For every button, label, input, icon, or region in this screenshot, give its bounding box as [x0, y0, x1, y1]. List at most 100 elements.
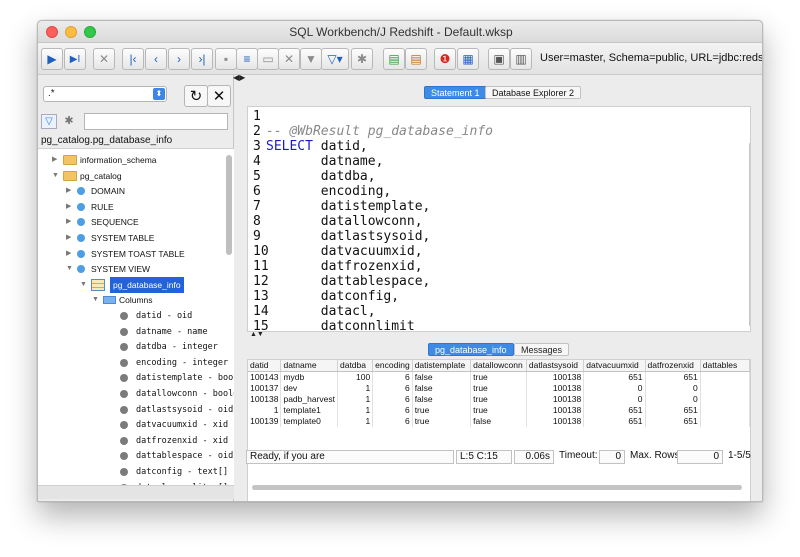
table-cell[interactable]: 100137	[248, 383, 282, 394]
table-cell[interactable]: 651	[645, 416, 701, 427]
grid-horizontal-scrollbar[interactable]	[252, 485, 742, 490]
table-cell[interactable]: 0	[583, 383, 646, 394]
table-cell[interactable]: true	[412, 405, 472, 416]
table-cell[interactable]: true	[412, 416, 472, 427]
filter-dropdown-icon[interactable]: ▽▾	[321, 48, 349, 70]
tab-messages[interactable]: Messages	[514, 343, 570, 356]
first-statement-icon[interactable]: |‹	[122, 48, 144, 70]
max-rows-input[interactable]: 0	[677, 450, 723, 464]
expand-arrow-icon[interactable]: ▶	[66, 214, 71, 230]
table-cell[interactable]: 100139	[248, 416, 282, 427]
table-cell[interactable]: 1	[248, 405, 282, 416]
column-header[interactable]: datid	[248, 360, 282, 372]
table-row[interactable]: 100139 template0 1 6 true false 100138 651 651	[248, 416, 750, 427]
tree-filter-icon[interactable]: ▽	[41, 114, 57, 129]
tree-node[interactable]: datname - name	[38, 324, 234, 340]
column-header[interactable]: dattables	[700, 360, 750, 372]
filter-icon[interactable]: ▼	[300, 48, 322, 70]
tree-node[interactable]: datvacuumxid - xid	[38, 417, 234, 433]
expand-arrow-icon[interactable]: ▶	[66, 246, 71, 262]
collapse-arrow-icon[interactable]: ▼	[66, 261, 73, 277]
table-row[interactable]: 100137 dev 1 6 false true 100138 0 0	[248, 383, 750, 394]
table-cell[interactable]: 0	[583, 394, 646, 405]
table-cell[interactable]: 651	[645, 405, 701, 416]
tree-node[interactable]: ▶ SEQUENCE	[38, 214, 234, 230]
collapse-arrow-icon[interactable]: ▼	[52, 168, 59, 184]
reload-icon[interactable]: ↻	[184, 85, 208, 107]
table-cell[interactable]: false	[412, 371, 472, 383]
table-cell[interactable]	[700, 394, 750, 405]
table-row[interactable]: 100138 padb_harvest 1 6 false true 100138 0 0	[248, 394, 750, 405]
column-header[interactable]: datistemplate	[412, 360, 472, 372]
sql-editor[interactable]: 1 2 -- @WbResult pg_database_info 3 SELECT d…	[247, 106, 751, 332]
table-cell[interactable]: 100138	[526, 383, 585, 394]
table-cell[interactable]: 0	[645, 383, 701, 394]
insert-row-icon[interactable]: ≡	[236, 48, 258, 70]
tree-scrollbar[interactable]	[226, 155, 232, 255]
expand-arrow-icon[interactable]: ▶	[66, 183, 71, 199]
delete-row-icon[interactable]: ✕	[278, 48, 300, 70]
tree-node[interactable]: encoding - integer	[38, 355, 234, 371]
expand-arrow-icon[interactable]: ▶	[66, 230, 71, 246]
column-header[interactable]: datallowconn	[470, 360, 527, 372]
splitter-arrows-icon[interactable]: ▲▼	[250, 331, 264, 338]
tree-node[interactable]: ▶ SYSTEM TOAST TABLE	[38, 246, 234, 262]
timeout-input[interactable]: 0	[599, 450, 625, 464]
tree-node[interactable]: ▶ DOMAIN	[38, 183, 234, 199]
close-icon[interactable]: ✕	[207, 85, 231, 107]
column-header[interactable]: encoding	[372, 360, 413, 372]
table-cell[interactable]	[700, 405, 750, 416]
reset-filter-tree-icon[interactable]: ✱	[61, 114, 77, 129]
reset-filter-icon[interactable]: ✱	[351, 48, 373, 70]
table-cell[interactable]: 6	[372, 394, 413, 405]
collapse-arrow-icon[interactable]: ▼	[80, 277, 87, 293]
table-cell[interactable]: true	[470, 383, 527, 394]
table-cell[interactable]: 1	[337, 383, 374, 394]
table-cell[interactable]: 0	[645, 394, 701, 405]
autocommit-icon[interactable]: ❶	[434, 48, 456, 70]
next-statement-icon[interactable]: ›	[168, 48, 190, 70]
table-cell[interactable]	[700, 371, 750, 383]
result-grid[interactable]: datid datname datdba encoding datistemplate d…	[247, 359, 751, 501]
editor-scrollbar[interactable]	[749, 142, 750, 327]
table-cell[interactable]: false	[412, 383, 472, 394]
commit-icon[interactable]: ▤	[383, 48, 405, 70]
tree-node[interactable]: ▼ SYSTEM VIEW	[38, 261, 234, 277]
table-cell[interactable]: 651	[645, 371, 701, 383]
table-cell[interactable]: 1	[337, 394, 374, 405]
tree-node[interactable]: ▶ information_schema	[38, 152, 234, 168]
table-cell[interactable]: 651	[583, 405, 646, 416]
previous-statement-icon[interactable]: ‹	[145, 48, 167, 70]
table-cell[interactable]: false	[470, 416, 527, 427]
tree-node[interactable]: ▶ RULE	[38, 199, 234, 215]
execute-current-icon[interactable]: ▶I	[64, 48, 86, 70]
table-row[interactable]: 1 template1 1 6 true true 100138 651 651	[248, 405, 750, 416]
column-header[interactable]: datfrozenxid	[645, 360, 701, 372]
connection-icon[interactable]: ▥	[510, 48, 532, 70]
table-cell[interactable]: 6	[372, 416, 413, 427]
tree-node[interactable]: datdba - integer	[38, 339, 234, 355]
last-statement-icon[interactable]: ›|	[191, 48, 213, 70]
tab-statement-1[interactable]: Statement 1	[424, 86, 487, 99]
table-cell[interactable]: padb_harvest	[280, 394, 338, 405]
table-cell[interactable]: mydb	[280, 371, 338, 383]
tree-node[interactable]: ▼ pg_catalog	[38, 168, 234, 184]
table-cell[interactable]: 100143	[248, 371, 282, 383]
tab-database-explorer[interactable]: Database Explorer 2	[485, 86, 582, 99]
table-cell[interactable]: dev	[280, 383, 338, 394]
column-header[interactable]: datlastsysoid	[526, 360, 585, 372]
table-cell[interactable]: 100138	[526, 416, 585, 427]
table-cell[interactable]	[700, 383, 750, 394]
table-cell[interactable]: 6	[372, 371, 413, 383]
table-cell[interactable]: true	[470, 371, 527, 383]
table-cell[interactable]: template1	[280, 405, 338, 416]
table-cell[interactable]: 651	[583, 371, 646, 383]
table-cell[interactable]: 6	[372, 405, 413, 416]
table-cell[interactable]: 100138	[526, 405, 585, 416]
table-cell[interactable]: template0	[280, 416, 338, 427]
database-icon[interactable]: ▣	[488, 48, 510, 70]
table-cell[interactable]: true	[470, 394, 527, 405]
table-cell[interactable]: 6	[372, 383, 413, 394]
expand-arrow-icon[interactable]: ▶	[52, 152, 57, 168]
table-cell[interactable]: 1	[337, 416, 374, 427]
